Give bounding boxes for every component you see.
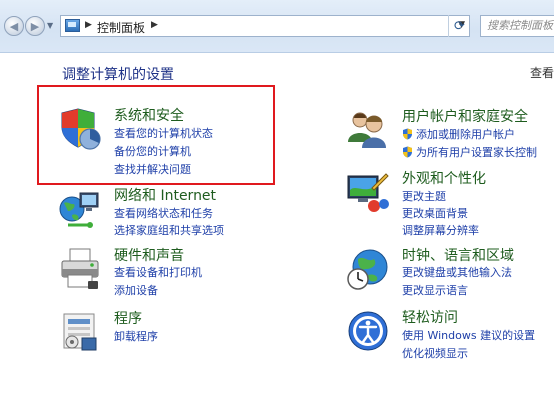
breadcrumb-arrow-icon[interactable]: ▶ — [85, 20, 92, 30]
refresh-button[interactable]: ⟳ — [448, 15, 470, 37]
page-title: 调整计算机的设置 — [62, 67, 174, 83]
uac-shield-icon — [403, 146, 412, 158]
link-screen-resolution[interactable]: 调整屏幕分辨率 — [402, 224, 479, 238]
category-title[interactable]: 硬件和声音 — [114, 248, 184, 264]
programs-icon — [63, 313, 97, 351]
link-view-computer-status[interactable]: 查看您的计算机状态 — [114, 127, 213, 141]
link-change-desktop-background[interactable]: 更改桌面背景 — [402, 207, 468, 221]
address-bar[interactable]: ▶ 控制面板 ▶ ▼ — [60, 15, 470, 37]
breadcrumb-arrow-icon[interactable]: ▶ — [151, 20, 158, 30]
category-title[interactable]: 网络和 Internet — [114, 188, 216, 204]
uac-shield-icon — [403, 128, 412, 140]
forward-button[interactable]: ▶ — [25, 16, 45, 36]
link-change-keyboard[interactable]: 更改键盘或其他输入法 — [402, 266, 512, 280]
category-title[interactable]: 系统和安全 — [114, 108, 184, 124]
category-title[interactable]: 轻松访问 — [402, 310, 458, 326]
search-input[interactable]: 搜索控制面板 — [480, 15, 554, 37]
recent-pages-dropdown[interactable]: ▼ — [47, 21, 53, 30]
link-optimize-display[interactable]: 优化视频显示 — [402, 347, 468, 361]
link-change-theme[interactable]: 更改主题 — [402, 190, 446, 204]
address-toolbar: ◀ ▶ ▼ ▶ 控制面板 ▶ ▼ ⟳ 搜索控制面板 — [0, 0, 554, 53]
back-arrow-icon: ◀ — [9, 19, 19, 33]
link-troubleshoot[interactable]: 查找并解决问题 — [114, 163, 191, 177]
users-icon — [348, 112, 386, 148]
link-add-device[interactable]: 添加设备 — [114, 284, 158, 298]
network-globe-icon — [59, 192, 99, 228]
category-title[interactable]: 程序 — [114, 311, 142, 327]
refresh-icon: ⟳ — [454, 18, 465, 34]
control-panel-icon — [65, 19, 80, 32]
back-button[interactable]: ◀ — [4, 16, 24, 36]
link-homegroup-sharing[interactable]: 选择家庭组和共享选项 — [114, 224, 224, 238]
link-backup-computer[interactable]: 备份您的计算机 — [114, 145, 191, 159]
forward-arrow-icon: ▶ — [30, 19, 40, 33]
link-devices-printers[interactable]: 查看设备和打印机 — [114, 266, 202, 280]
security-shield-icon — [61, 108, 101, 150]
view-by-label[interactable]: 查看 — [530, 64, 554, 81]
category-title[interactable]: 时钟、语言和区域 — [402, 248, 514, 264]
link-add-remove-users[interactable]: 添加或删除用户帐户 — [416, 128, 515, 142]
printer-icon — [61, 248, 99, 289]
link-network-status[interactable]: 查看网络状态和任务 — [114, 207, 213, 221]
link-uninstall-program[interactable]: 卸载程序 — [114, 330, 158, 344]
ease-of-access-icon — [348, 311, 388, 351]
link-parental-controls[interactable]: 为所有用户设置家长控制 — [416, 146, 537, 160]
breadcrumb-control-panel[interactable]: 控制面板 — [97, 19, 145, 36]
link-change-display-language[interactable]: 更改显示语言 — [402, 284, 468, 298]
appearance-icon — [347, 173, 389, 212]
clock-globe-icon — [347, 249, 388, 290]
category-title[interactable]: 外观和个性化 — [402, 171, 486, 187]
link-recommended-settings[interactable]: 使用 Windows 建议的设置 — [402, 329, 535, 343]
category-title[interactable]: 用户帐户和家庭安全 — [402, 109, 528, 125]
